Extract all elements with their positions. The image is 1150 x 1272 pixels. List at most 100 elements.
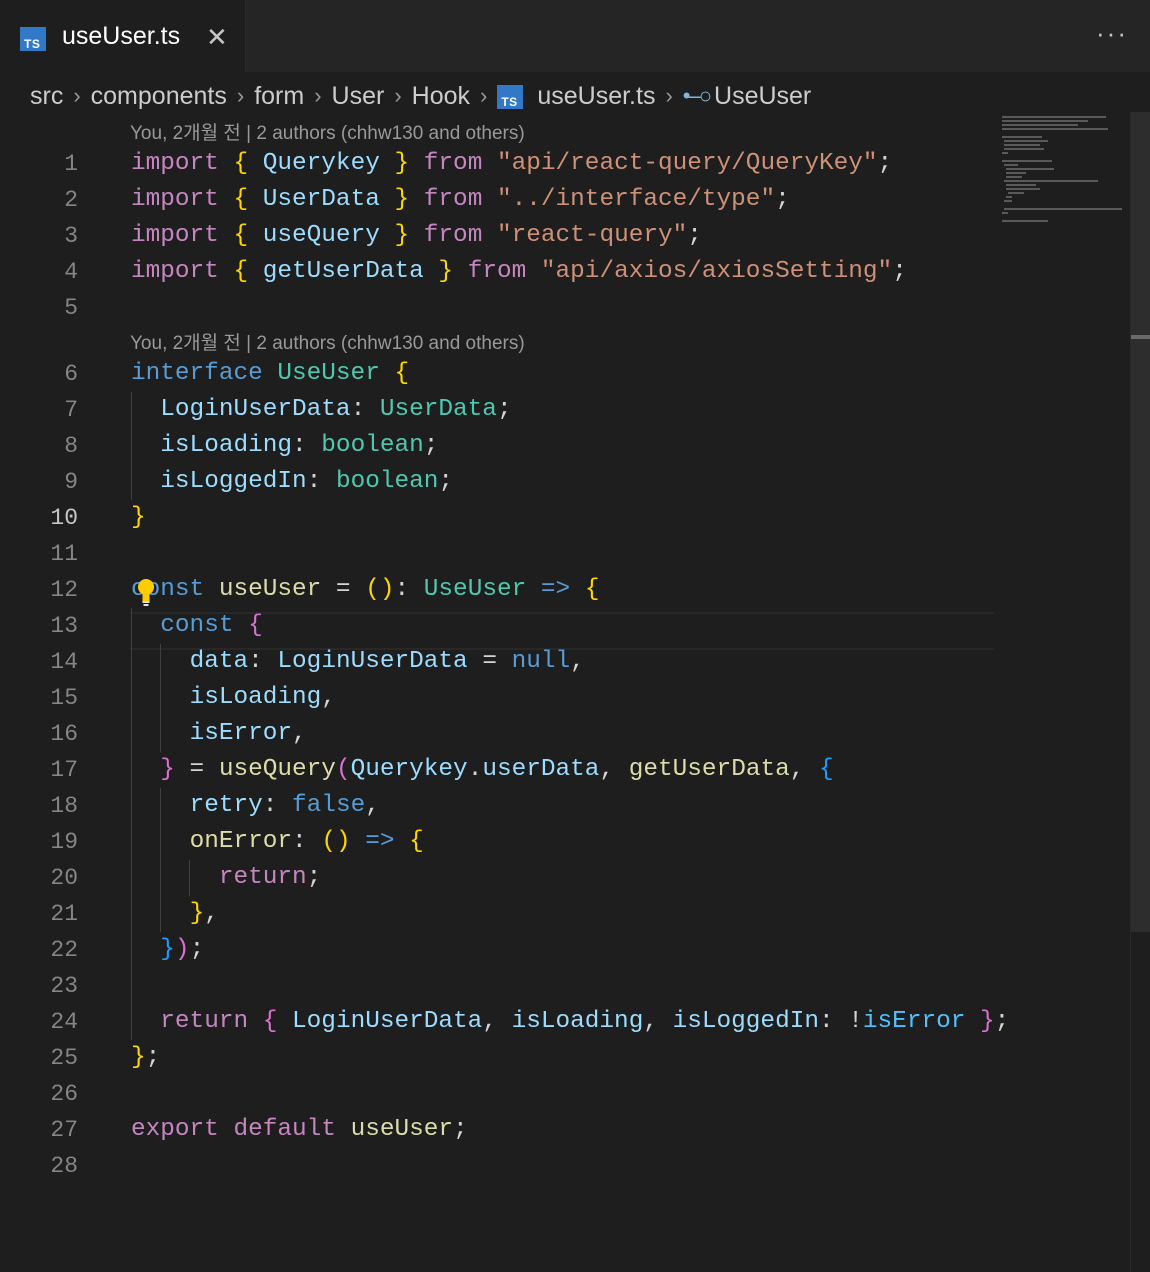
- line-number: 28: [50, 1153, 78, 1179]
- tab-label: useUser.ts: [62, 22, 181, 50]
- code-line[interactable]: 15 isLoading,: [0, 680, 1130, 716]
- breadcrumb-item-src[interactable]: src: [30, 82, 63, 111]
- code-token: from: [423, 150, 483, 177]
- code-token: interface: [131, 360, 263, 387]
- code-token: "api/react-query/QueryKey": [496, 150, 878, 177]
- code-token: ;: [453, 1116, 468, 1143]
- code-line[interactable]: 7 LoginUserData: UserData;: [0, 392, 1130, 428]
- code-token: }: [394, 186, 410, 213]
- codelens-authors[interactable]: You, 2개월 전 | 2 authors (chhw130 and othe…: [130, 118, 525, 145]
- line-number: 4: [64, 259, 78, 285]
- code-line[interactable]: 16 isError,: [0, 716, 1130, 752]
- code-token: Querykey: [262, 150, 380, 177]
- line-number: 6: [64, 361, 78, 387]
- more-actions-icon[interactable]: ···: [1096, 18, 1128, 49]
- code-line[interactable]: 23: [0, 968, 1130, 1004]
- breadcrumb-item-user[interactable]: User: [332, 82, 385, 111]
- code-line[interactable]: 18 retry: false,: [0, 788, 1130, 824]
- lightbulb-icon[interactable]: [137, 578, 155, 608]
- line-number: 22: [50, 937, 78, 963]
- breadcrumb-item-symbol[interactable]: UseUser: [714, 82, 811, 111]
- code-token: boolean: [335, 468, 439, 495]
- code-token: ;: [687, 222, 702, 249]
- codelens-authors[interactable]: You, 2개월 전 | 2 authors (chhw130 and othe…: [130, 328, 525, 355]
- code-token: ,: [321, 684, 336, 711]
- code-text: },: [131, 896, 219, 932]
- code-line[interactable]: 22 });: [0, 932, 1130, 968]
- chevron-right-icon: ›: [314, 83, 322, 108]
- code-line[interactable]: 13 const {: [0, 608, 1130, 644]
- code-token: {: [262, 1008, 278, 1035]
- code-line[interactable]: 25};: [0, 1040, 1130, 1076]
- code-token: ,: [292, 720, 307, 747]
- code-line[interactable]: 21 },: [0, 896, 1130, 932]
- code-token: useUser: [218, 576, 322, 603]
- code-text: export default useUser;: [131, 1112, 468, 1148]
- code-token: UserData: [379, 396, 497, 423]
- code-line[interactable]: 10}: [0, 500, 1130, 536]
- line-number: 15: [50, 685, 78, 711]
- vertical-scrollbar-thumb[interactable]: [1131, 112, 1150, 932]
- code-text: const {: [131, 608, 263, 644]
- code-token: {: [394, 360, 410, 387]
- breadcrumb-item-hook[interactable]: Hook: [412, 82, 470, 111]
- code-token: userData: [482, 756, 600, 783]
- code-editor[interactable]: You, 2개월 전 | 2 authors (chhw130 and othe…: [0, 112, 1130, 1272]
- code-line[interactable]: 3 import { useQuery } from "react-query";: [0, 218, 1130, 254]
- breadcrumb-item-components[interactable]: components: [91, 82, 227, 111]
- code-token: isError: [862, 1008, 966, 1035]
- code-token: (): [321, 828, 351, 855]
- code-line[interactable]: 26: [0, 1076, 1130, 1112]
- code-line[interactable]: 1 import { Querykey } from "api/react-que…: [0, 146, 1130, 182]
- code-token: =: [321, 576, 366, 603]
- code-line[interactable]: 2 import { UserData } from "../interface/…: [0, 182, 1130, 218]
- chevron-right-icon: ›: [394, 83, 402, 108]
- code-token: useQuery: [262, 222, 380, 249]
- code-line[interactable]: 17 } = useQuery(Querykey.userData, getUs…: [0, 752, 1130, 788]
- code-line[interactable]: 19 onError: () => {: [0, 824, 1130, 860]
- breadcrumb-item-form[interactable]: form: [254, 82, 304, 111]
- code-token: {: [248, 612, 263, 639]
- code-token: }: [131, 504, 146, 531]
- line-number: 7: [64, 397, 78, 423]
- code-line[interactable]: 24 return { LoginUserData, isLoading, is…: [0, 1004, 1130, 1040]
- code-token: isLoggedIn: [672, 1008, 819, 1035]
- code-token: ,: [365, 792, 380, 819]
- code-token: ;: [423, 432, 439, 459]
- code-token: export: [131, 1116, 219, 1143]
- code-token: ;: [438, 468, 454, 495]
- breadcrumb-item-file[interactable]: useUser.ts: [537, 82, 655, 111]
- line-number: 1: [64, 151, 78, 177]
- line-number: 26: [50, 1081, 78, 1107]
- tab-useuser-ts[interactable]: TS useUser.ts ✕: [0, 0, 246, 72]
- code-line[interactable]: 14 data: LoginUserData = null,: [0, 644, 1130, 680]
- code-line[interactable]: 9 isLoggedIn: boolean;: [0, 464, 1130, 500]
- code-token: {: [819, 756, 834, 783]
- code-token: }: [160, 756, 175, 783]
- code-line[interactable]: 27 export default useUser;: [0, 1112, 1130, 1148]
- code-line[interactable]: 5: [0, 290, 1130, 326]
- code-line[interactable]: 12 const useUser = (): UseUser => {: [0, 572, 1130, 608]
- code-line[interactable]: 28: [0, 1148, 1130, 1184]
- code-token: Querykey: [350, 756, 468, 783]
- code-token: LoginUserData: [160, 396, 351, 423]
- code-text: };: [131, 1040, 160, 1076]
- code-token: ;: [994, 1008, 1010, 1035]
- code-line[interactable]: 4 import { getUserData } from "api/axios/…: [0, 254, 1130, 290]
- code-token: {: [233, 258, 249, 285]
- minimap[interactable]: [1000, 112, 1130, 232]
- code-line[interactable]: 6 interface UseUser {: [0, 356, 1130, 392]
- close-icon[interactable]: ✕: [206, 22, 228, 52]
- code-token: {: [233, 150, 249, 177]
- chevron-right-icon: ›: [236, 83, 245, 108]
- code-line[interactable]: 20 return;: [0, 860, 1130, 896]
- code-line[interactable]: 11: [0, 536, 1130, 572]
- code-line[interactable]: 8 isLoading: boolean;: [0, 428, 1130, 464]
